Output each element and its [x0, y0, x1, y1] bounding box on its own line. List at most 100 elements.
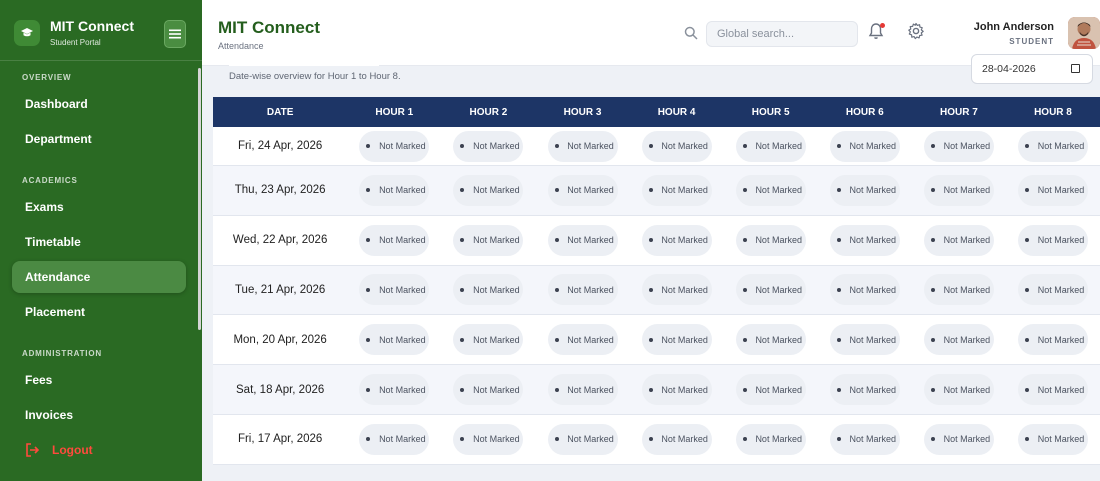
status-badge: Not Marked	[453, 130, 524, 162]
hour-cell: Not Marked	[1006, 166, 1100, 215]
status-label: Not Marked	[755, 434, 802, 445]
status-dot-icon	[742, 144, 747, 148]
status-dot-icon	[366, 437, 371, 442]
status-label: Not Marked	[567, 334, 614, 345]
hour-cell: Not Marked	[535, 127, 629, 165]
sidebar-scrollbar[interactable]	[198, 68, 201, 330]
status-label: Not Marked	[1037, 384, 1085, 395]
status-badge: Not Marked	[453, 224, 524, 256]
status-dot-icon	[930, 188, 935, 193]
status-badge: Not Marked	[547, 324, 618, 356]
hour-cell: Not Marked	[347, 315, 441, 364]
sidebar-item-attendance[interactable]: Attendance	[12, 261, 186, 293]
sidebar-item-dashboard[interactable]: Dashboard	[12, 88, 186, 120]
status-badge: Not Marked	[829, 423, 900, 455]
column-header-hour-6: HOUR 6	[845, 106, 884, 118]
sidebar-item-invoices[interactable]: Invoices	[12, 399, 186, 431]
status-badge: Not Marked	[735, 423, 806, 455]
user-name[interactable]: John Anderson	[974, 21, 1054, 33]
logout-button[interactable]: Logout	[12, 434, 186, 466]
column-header-hour-7: HOUR 7	[939, 106, 978, 118]
status-label: Not Marked	[755, 141, 802, 151]
status-dot-icon	[930, 337, 935, 342]
sidebar-item-placement[interactable]: Placement	[12, 296, 186, 328]
status-label: Not Marked	[661, 384, 708, 395]
page-breadcrumb: Attendance	[218, 41, 264, 51]
status-badge: Not Marked	[735, 130, 806, 162]
status-dot-icon	[648, 387, 653, 392]
status-label: Not Marked	[849, 284, 897, 295]
calendar-icon[interactable]	[1071, 64, 1080, 73]
status-label: Not Marked	[661, 434, 708, 445]
status-badge: Not Marked	[923, 224, 994, 256]
hour-cell: Not Marked	[347, 166, 441, 215]
status-badge: Not Marked	[735, 374, 806, 406]
status-dot-icon	[930, 287, 935, 292]
status-badge: Not Marked	[547, 274, 618, 306]
table-row: Mon, 20 Apr, 2026 Not Marked Not Marked Not…	[213, 315, 1100, 366]
date-cell: Tue, 21 Apr, 2026	[234, 283, 326, 296]
menu-toggle-button[interactable]	[164, 20, 186, 48]
section-label-overview: OVERVIEW	[22, 73, 72, 82]
hour-cell: Not Marked	[535, 365, 629, 414]
status-dot-icon	[366, 387, 371, 392]
status-label: Not Marked	[943, 434, 991, 445]
avatar[interactable]	[1068, 17, 1100, 49]
hour-cell: Not Marked	[441, 365, 535, 414]
hour-cell: Not Marked	[347, 266, 441, 315]
column-header-hour-4: HOUR 4	[657, 106, 696, 118]
gear-icon[interactable]	[907, 22, 925, 40]
hour-cell: Not Marked	[535, 266, 629, 315]
status-dot-icon	[366, 188, 371, 193]
search-icon[interactable]	[684, 26, 698, 40]
status-label: Not Marked	[661, 185, 708, 196]
status-badge: Not Marked	[641, 423, 712, 455]
card-description: Date-wise overview for Hour 1 to Hour 8.	[229, 71, 401, 82]
status-badge: Not Marked	[641, 324, 712, 356]
hour-cell: Not Marked	[724, 415, 818, 464]
status-badge: Not Marked	[735, 174, 806, 206]
status-badge: Not Marked	[829, 130, 900, 162]
status-dot-icon	[648, 437, 653, 442]
status-badge: Not Marked	[359, 130, 430, 162]
status-label: Not Marked	[379, 235, 426, 246]
status-label: Not Marked	[473, 141, 520, 151]
hour-cell: Not Marked	[347, 216, 441, 265]
sidebar: MIT Connect Student Portal OVERVIEW Dash…	[0, 0, 202, 481]
status-label: Not Marked	[755, 185, 802, 196]
status-label: Not Marked	[661, 235, 708, 246]
status-dot-icon	[366, 144, 371, 148]
status-dot-icon	[836, 437, 841, 442]
sidebar-item-timetable[interactable]: Timetable	[12, 226, 186, 258]
status-dot-icon	[460, 337, 465, 342]
status-dot-icon	[554, 188, 559, 193]
sidebar-item-department[interactable]: Department	[12, 123, 186, 155]
status-label: Not Marked	[473, 185, 520, 196]
status-label: Not Marked	[943, 235, 991, 246]
status-dot-icon	[366, 238, 371, 243]
hour-cell: Not Marked	[1006, 365, 1100, 414]
status-badge: Not Marked	[1017, 423, 1088, 455]
status-label: Not Marked	[1037, 434, 1085, 445]
table-body: Fri, 24 Apr, 2026 Not Marked Not Marked Not…	[213, 127, 1100, 465]
brand[interactable]: MIT Connect Student Portal	[14, 18, 134, 47]
hour-cell: Not Marked	[818, 266, 912, 315]
status-badge: Not Marked	[547, 174, 618, 206]
hour-cell: Not Marked	[441, 415, 535, 464]
column-header-date: DATE	[266, 106, 294, 118]
notification-dot	[880, 23, 885, 28]
status-label: Not Marked	[755, 334, 802, 345]
table-row: Thu, 23 Apr, 2026 Not Marked Not Marked Not…	[213, 166, 1100, 216]
hour-cell: Not Marked	[630, 166, 724, 215]
status-badge: Not Marked	[453, 324, 524, 356]
status-dot-icon	[460, 387, 465, 392]
sidebar-item-fees[interactable]: Fees	[12, 364, 186, 396]
sidebar-item-exams[interactable]: Exams	[12, 191, 186, 223]
hour-cell: Not Marked	[630, 415, 724, 464]
global-search-input[interactable]	[706, 21, 858, 47]
status-dot-icon	[648, 188, 653, 193]
status-label: Not Marked	[473, 384, 520, 395]
hour-cell: Not Marked	[1006, 266, 1100, 315]
status-badge: Not Marked	[359, 324, 430, 356]
status-dot-icon	[742, 188, 747, 193]
